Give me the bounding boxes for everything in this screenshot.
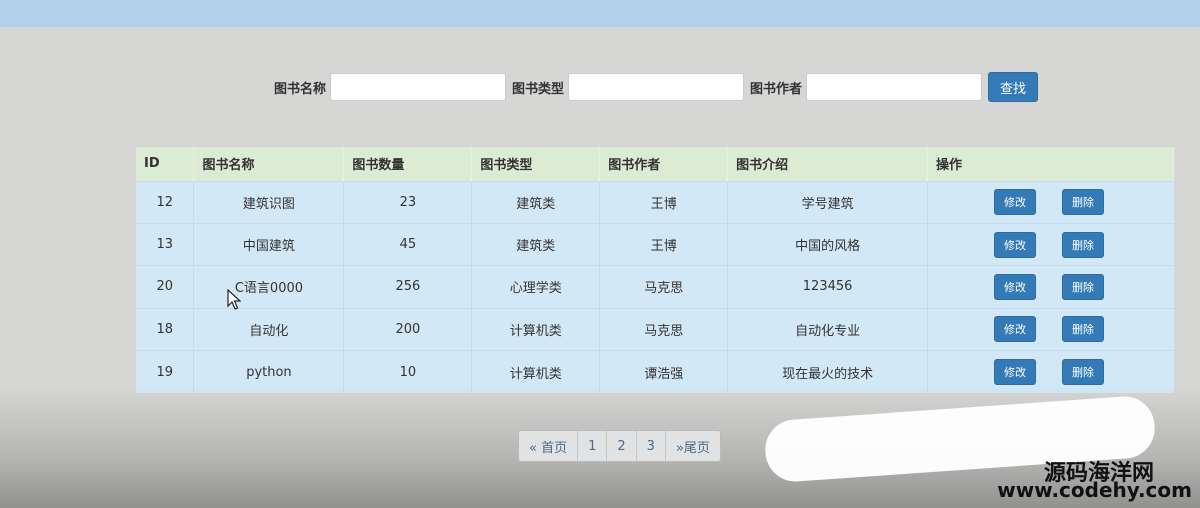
cell-intro: 自动化专业	[727, 308, 929, 351]
cell-actions: 修改 删除	[928, 266, 1174, 308]
book-author-label: 图书作者	[750, 81, 803, 97]
page-link-1[interactable]: 1	[578, 431, 608, 461]
cell-id: 19	[136, 350, 195, 393]
table-row: 20 C语言0000 256 心理学类 马克思 123456 修改 删除	[136, 265, 1174, 309]
cell-count: 256	[343, 265, 473, 309]
cell-id: 18	[136, 308, 195, 351]
book-author-input[interactable]	[806, 73, 983, 101]
edit-button[interactable]: 修改	[994, 189, 1037, 216]
mouse-cursor-icon	[227, 289, 241, 310]
cell-type: 建筑类	[471, 223, 601, 266]
edit-button[interactable]: 修改	[994, 316, 1037, 343]
edit-button[interactable]: 修改	[994, 231, 1037, 258]
column-header-author: 图书作者	[599, 147, 729, 181]
cell-id: 12	[136, 181, 195, 224]
top-bar	[0, 0, 1200, 27]
column-header-count: 图书数量	[343, 147, 473, 181]
search-button[interactable]: 查找	[988, 72, 1039, 102]
search-form: 图书名称 图书类型 图书作者 查找	[274, 72, 1039, 102]
cell-intro: 现在最火的技术	[727, 350, 929, 393]
cell-type: 计算机类	[471, 350, 601, 393]
column-header-id: ID	[136, 147, 195, 181]
cell-count: 45	[343, 223, 473, 266]
page-link-3[interactable]: 3	[637, 431, 666, 461]
book-name-label: 图书名称	[274, 81, 327, 97]
watermark-url: www.codehy.com	[997, 478, 1192, 502]
table-header-row: ID 图书名称 图书数量 图书类型 图书作者 图书介绍 操作	[136, 147, 1174, 181]
cell-name: python	[193, 350, 345, 393]
cell-actions: 修改 删除	[928, 181, 1174, 223]
cell-author: 王博	[599, 181, 729, 224]
page-link-2[interactable]: 2	[607, 431, 637, 461]
cell-count: 23	[343, 181, 473, 224]
cell-author: 王博	[599, 223, 729, 266]
cell-name: 自动化	[193, 308, 345, 351]
cell-name: 建筑识图	[193, 181, 345, 224]
cell-intro: 123456	[727, 265, 929, 309]
table-row: 18 自动化 200 计算机类 马克思 自动化专业 修改 删除	[136, 308, 1174, 351]
cell-id: 13	[136, 223, 195, 266]
table-row: 19 python 10 计算机类 谭浩强 现在最火的技术 修改 删除	[136, 350, 1174, 393]
cell-author: 谭浩强	[599, 350, 729, 393]
cell-id: 20	[136, 265, 195, 309]
first-page-link[interactable]: « 首页	[519, 431, 579, 461]
column-header-intro: 图书介绍	[727, 147, 929, 181]
table-row: 13 中国建筑 45 建筑类 王博 中国的风格 修改 删除	[136, 223, 1174, 266]
column-header-actions: 操作	[927, 147, 1174, 181]
cell-actions: 修改 删除	[928, 351, 1174, 393]
delete-button[interactable]: 删除	[1062, 359, 1105, 385]
cell-type: 计算机类	[471, 308, 601, 351]
cell-author: 马克思	[599, 265, 729, 309]
delete-button[interactable]: 删除	[1062, 231, 1105, 258]
cell-actions: 修改 删除	[928, 223, 1174, 265]
cell-name: 中国建筑	[193, 223, 345, 266]
edit-button[interactable]: 修改	[994, 273, 1037, 300]
cell-author: 马克思	[599, 308, 729, 351]
table-row: 12 建筑识图 23 建筑类 王博 学号建筑 修改 删除	[136, 181, 1174, 224]
cell-intro: 中国的风格	[727, 223, 929, 266]
last-page-link[interactable]: »尾页	[666, 431, 720, 461]
cell-count: 10	[343, 350, 473, 393]
cell-count: 200	[343, 308, 473, 351]
delete-button[interactable]: 删除	[1062, 189, 1105, 216]
delete-button[interactable]: 删除	[1062, 273, 1105, 300]
cell-intro: 学号建筑	[727, 181, 929, 224]
book-type-input[interactable]	[568, 73, 745, 101]
book-name-input[interactable]	[330, 73, 507, 101]
cell-actions: 修改 删除	[928, 308, 1174, 350]
cell-name: C语言0000	[193, 265, 345, 309]
cell-type: 建筑类	[471, 181, 601, 224]
column-header-type: 图书类型	[471, 147, 601, 181]
book-type-label: 图书类型	[512, 81, 565, 97]
book-table: ID 图书名称 图书数量 图书类型 图书作者 图书介绍 操作 12 建筑识图 2…	[136, 147, 1174, 393]
delete-button[interactable]: 删除	[1062, 316, 1105, 343]
column-header-name: 图书名称	[193, 147, 345, 181]
edit-button[interactable]: 修改	[994, 359, 1037, 385]
pagination: « 首页 1 2 3 »尾页	[518, 430, 721, 462]
cell-type: 心理学类	[471, 265, 601, 309]
